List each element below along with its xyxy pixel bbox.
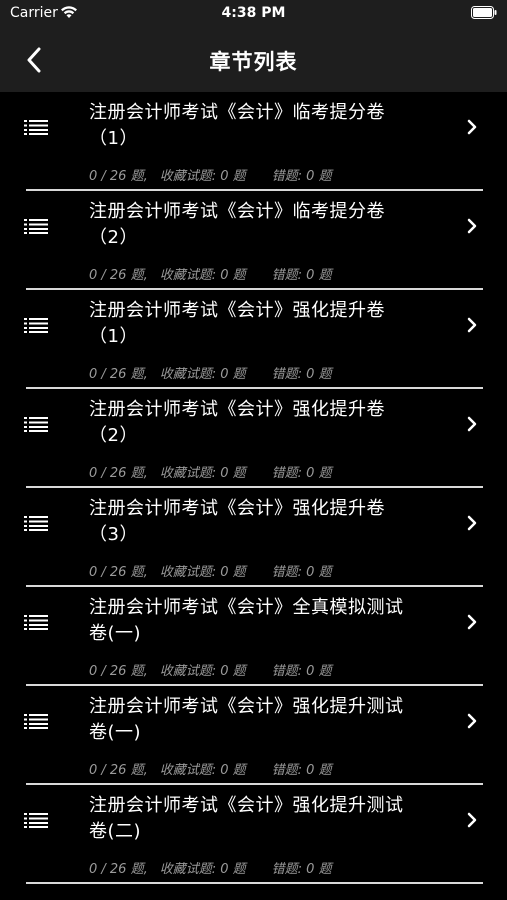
list-icon [24,615,48,630]
chapter-title: 注册会计师考试《会计》临考提分卷（2） [89,201,385,248]
favorites-count: 收藏试题: 0 题 [159,367,246,382]
errors-count: 错题: 0 题 [271,664,332,679]
favorites-count: 收藏试题: 0 题 [159,169,246,184]
chapter-row[interactable]: 注册会计师考试《会计》强化提升测试卷(二) 0 / 26 题, 收藏试题: 0 题… [0,785,507,884]
progress-count: 0 / 26 题, [89,565,148,580]
list-icon [24,714,48,729]
chapter-title: 注册会计师考试《会计》强化提升测试卷(二) [89,795,404,842]
favorites-count: 收藏试题: 0 题 [159,862,246,877]
favorites-count: 收藏试题: 0 题 [159,565,246,580]
errors-count: 错题: 0 题 [271,565,332,580]
favorites-count: 收藏试题: 0 题 [159,664,246,679]
progress-count: 0 / 26 题, [89,367,148,382]
chapter-title: 注册会计师考试《会计》强化提升卷（1） [89,300,385,347]
errors-count: 错题: 0 题 [271,862,332,877]
chapter-stats: 0 / 26 题, 收藏试题: 0 题 错题: 0 题 [89,660,332,679]
chevron-right-icon [467,812,477,828]
chevron-right-icon [467,119,477,135]
errors-count: 错题: 0 题 [271,169,332,184]
chapter-stats: 0 / 26 题, 收藏试题: 0 题 错题: 0 题 [89,561,332,580]
progress-count: 0 / 26 题, [89,268,148,283]
chevron-right-icon [467,515,477,531]
favorites-count: 收藏试题: 0 题 [159,268,246,283]
chapter-stats: 0 / 26 题, 收藏试题: 0 题 错题: 0 题 [89,363,332,382]
chapter-row[interactable]: 注册会计师考试《会计》临考提分卷（1） 0 / 26 题, 收藏试题: 0 题 错题… [0,92,507,191]
list-icon [24,516,48,531]
chevron-right-icon [467,317,477,333]
list-icon [24,417,48,432]
chapter-title: 注册会计师考试《会计》临考提分卷（1） [89,102,385,149]
chapter-stats: 0 / 26 题, 收藏试题: 0 题 错题: 0 题 [89,264,332,283]
chevron-right-icon [467,218,477,234]
list-icon [24,120,48,135]
row-divider [26,882,483,884]
chevron-right-icon [467,713,477,729]
chapter-stats: 0 / 26 题, 收藏试题: 0 题 错题: 0 题 [89,165,332,184]
clock: 4:38 PM [221,5,286,21]
chapter-row[interactable]: 注册会计师考试《会计》强化提升卷（3） 0 / 26 题, 收藏试题: 0 题 错题… [0,488,507,587]
chapter-title: 注册会计师考试《会计》强化提升测试卷(一) [89,696,404,743]
chapter-list: 注册会计师考试《会计》临考提分卷（1） 0 / 26 题, 收藏试题: 0 题错题… [0,92,507,884]
errors-count: 错题: 0 题 [271,268,332,283]
chapter-row[interactable]: 注册会计师考试《会计》强化提升卷（2） 0 / 26 题, 收藏试题: 0 题 错题… [0,389,507,488]
chapter-row[interactable]: 注册会计师考试《会计》临考提分卷（2） 0 / 26 题, 收藏试题: 0 题 错题… [0,191,507,290]
list-icon [24,813,48,828]
favorites-count: 收藏试题: 0 题 [159,466,246,481]
chapter-stats: 0 / 26 题, 收藏试题: 0 题 错题: 0 题 [89,462,332,481]
chevron-right-icon [467,614,477,630]
page-title: 章节列表 [209,50,298,74]
favorites-count: 收藏试题: 0 题 [159,763,246,778]
chapter-title: 注册会计师考试《会计》强化提升卷（3） [89,498,385,545]
chapter-stats: 0 / 26 题, 收藏试题: 0 题 错题: 0 题 [89,759,332,778]
chapter-row[interactable]: 注册会计师考试《会计》强化提升测试卷(一) 0 / 26 题, 收藏试题: 0 题… [0,686,507,785]
chapter-row[interactable]: 注册会计师考试《会计》强化提升卷（1） 0 / 26 题, 收藏试题: 0 题 错题… [0,290,507,389]
list-icon [24,219,48,234]
progress-count: 0 / 26 题, [89,763,148,778]
errors-count: 错题: 0 题 [271,367,332,382]
chapter-title: 注册会计师考试《会计》强化提升卷（2） [89,399,385,446]
status-bar: Carrier 4:38 PM [0,0,507,28]
chevron-right-icon [467,416,477,432]
chapter-title: 注册会计师考试《会计》全真模拟测试卷(一) [89,597,404,644]
progress-count: 0 / 26 题, [89,466,148,481]
progress-count: 0 / 26 题, [89,169,148,184]
list-icon [24,318,48,333]
nav-bar: 章节列表 [0,28,507,92]
progress-count: 0 / 26 题, [89,664,148,679]
chapter-stats: 0 / 26 题, 收藏试题: 0 题 错题: 0 题 [89,858,332,877]
chapter-row[interactable]: 注册会计师考试《会计》全真模拟测试卷(一) 0 / 26 题, 收藏试题: 0 题… [0,587,507,686]
errors-count: 错题: 0 题 [271,763,332,778]
errors-count: 错题: 0 题 [271,466,332,481]
battery-icon [471,6,497,19]
progress-count: 0 / 26 题, [89,862,148,877]
